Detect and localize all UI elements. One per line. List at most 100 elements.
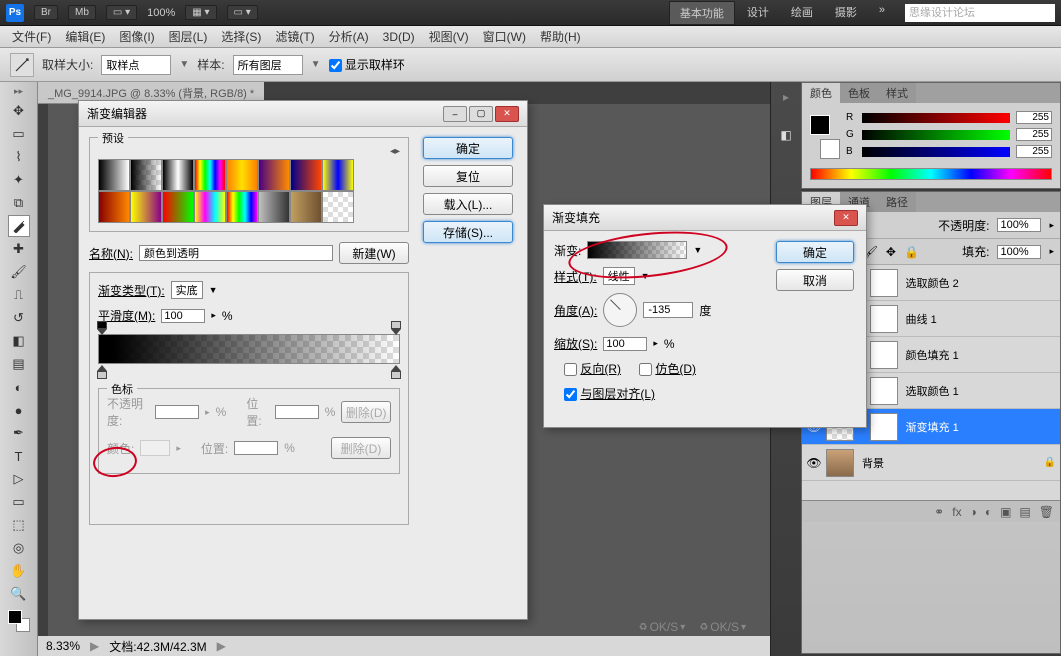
smoothness-input[interactable] (161, 309, 205, 323)
layer-mask[interactable] (870, 377, 898, 405)
workspace-tab-paint[interactable]: 绘画 (781, 1, 823, 25)
workspace-more[interactable]: » (869, 1, 895, 25)
sample-select[interactable]: 所有图层 (233, 55, 303, 75)
gradient-preview[interactable] (587, 241, 687, 259)
fill-cancel-button[interactable]: 取消 (776, 269, 854, 291)
eraser-tool[interactable]: ◧ (8, 330, 30, 352)
opacity-value[interactable]: 100% (997, 218, 1041, 232)
lock-position-icon[interactable]: ✥ (886, 245, 896, 259)
b-value[interactable]: 255 (1016, 145, 1052, 158)
zoom-display[interactable]: 100% (147, 7, 175, 19)
fill-value[interactable]: 100% (997, 245, 1041, 259)
hue-strip[interactable] (810, 168, 1052, 180)
search-box[interactable]: 思缘设计论坛 (905, 4, 1055, 22)
maximize-icon[interactable]: ▢ (469, 106, 493, 122)
gradient-editor-title-bar[interactable]: 渐变编辑器 – ▢ ✕ (79, 101, 527, 127)
panel-swatch[interactable] (810, 115, 840, 159)
minimize-icon[interactable]: – (443, 106, 467, 122)
3d-tool[interactable]: ⬚ (8, 514, 30, 536)
workspace-tab-essentials[interactable]: 基本功能 (669, 1, 735, 25)
new-layer-icon[interactable]: ▤ (1019, 505, 1030, 519)
menu-filter[interactable]: 滤镜(T) (269, 26, 320, 47)
menu-layer[interactable]: 图层(L) (163, 26, 214, 47)
arrange-button[interactable]: ▦ ▾ (185, 5, 216, 20)
status-docinfo[interactable]: 文档:42.3M/42.3M (109, 638, 206, 655)
gradient-fill-title-bar[interactable]: 渐变填充 ✕ (544, 205, 866, 231)
menu-window[interactable]: 窗口(W) (477, 26, 532, 47)
tab-color[interactable]: 颜色 (802, 83, 840, 103)
close-icon[interactable]: ✕ (834, 210, 858, 226)
heal-tool[interactable]: ✚ (8, 238, 30, 260)
path-tool[interactable]: ▷ (8, 468, 30, 490)
preset-swatch[interactable] (290, 159, 322, 191)
preset-swatch[interactable] (130, 159, 162, 191)
b-slider[interactable] (862, 147, 1010, 157)
pen-tool[interactable]: ✒ (8, 422, 30, 444)
eyedropper-tool[interactable] (8, 215, 30, 237)
zoom-tool[interactable]: 🔍 (8, 583, 30, 605)
preset-flyout-icon[interactable]: ◂▸ (98, 146, 400, 157)
preset-swatch[interactable] (226, 159, 258, 191)
scale-input[interactable] (603, 337, 647, 351)
history-brush-tool[interactable]: ↺ (8, 307, 30, 329)
menu-3d[interactable]: 3D(D) (377, 28, 421, 46)
color-swatches[interactable] (8, 610, 30, 632)
reset-button[interactable]: 复位 (423, 165, 513, 187)
adjustment-icon[interactable]: ◐ (985, 505, 992, 519)
angle-dial[interactable] (603, 293, 637, 327)
dither-checkbox[interactable]: 仿色(D) (639, 360, 696, 377)
gradient-tool[interactable]: ▤ (8, 353, 30, 375)
workspace-tab-design[interactable]: 设计 (737, 1, 779, 25)
preset-swatch[interactable] (162, 191, 194, 223)
3d-camera-tool[interactable]: ◎ (8, 537, 30, 559)
layer-name[interactable]: 背景 (858, 455, 1040, 471)
layer-name[interactable]: 曲线 1 (902, 311, 1056, 327)
layer-name[interactable]: 颜色填充 1 (902, 347, 1056, 363)
style-select[interactable]: 线性 (603, 267, 635, 285)
trash-icon[interactable]: 🗑 (1039, 505, 1054, 519)
visibility-icon[interactable]: 👁 (806, 456, 822, 470)
reverse-checkbox[interactable]: 反向(R) (564, 360, 621, 377)
workspace-tab-photo[interactable]: 摄影 (825, 1, 867, 25)
r-value[interactable]: 255 (1016, 111, 1052, 124)
type-tool[interactable]: T (8, 445, 30, 467)
hand-tool[interactable]: ✋ (8, 560, 30, 582)
menu-image[interactable]: 图像(I) (113, 26, 160, 47)
wand-tool[interactable]: ✦ (8, 169, 30, 191)
blur-tool[interactable]: ◐ (8, 376, 30, 398)
save-button[interactable]: 存储(S)... (423, 221, 513, 243)
extras-button[interactable]: ▭ ▾ (227, 5, 258, 20)
tab-styles[interactable]: 样式 (878, 83, 916, 103)
layer-mask[interactable] (870, 269, 898, 297)
preset-swatch[interactable] (98, 191, 130, 223)
r-slider[interactable] (862, 113, 1010, 123)
lock-all-icon[interactable]: 🔒 (904, 245, 919, 259)
preset-swatch[interactable] (130, 191, 162, 223)
crop-tool[interactable]: ⧉ (8, 192, 30, 214)
preset-swatch[interactable] (194, 191, 226, 223)
load-button[interactable]: 载入(L)... (423, 193, 513, 215)
stamp-tool[interactable]: ⎍ (8, 284, 30, 306)
gradient-bar[interactable] (98, 334, 400, 364)
link-icon[interactable]: ⚭ (934, 505, 944, 519)
menu-analysis[interactable]: 分析(A) (323, 26, 375, 47)
layer-mask[interactable] (870, 413, 898, 441)
preset-swatch[interactable] (258, 159, 290, 191)
layer-row[interactable]: 👁 背景 🔒 (802, 445, 1060, 481)
gradient-type-select[interactable]: 实底 (171, 281, 203, 299)
layer-name[interactable]: 选取颜色 2 (902, 275, 1056, 291)
sample-size-select[interactable]: 取样点 (101, 55, 171, 75)
layer-mask[interactable] (870, 305, 898, 333)
align-checkbox[interactable]: 与图层对齐(L) (564, 385, 655, 402)
minibridge-button[interactable]: Mb (68, 5, 96, 20)
fill-ok-button[interactable]: 确定 (776, 241, 854, 263)
bridge-button[interactable]: Br (34, 5, 58, 20)
preset-swatch[interactable] (322, 191, 354, 223)
group-icon[interactable]: ▣ (1000, 505, 1011, 519)
layer-name[interactable]: 渐变填充 1 (902, 419, 1056, 435)
screen-mode-button[interactable]: ▭ ▾ (106, 5, 137, 20)
layer-thumb[interactable] (826, 449, 854, 477)
shape-tool[interactable]: ▭ (8, 491, 30, 513)
preset-swatch[interactable] (194, 159, 226, 191)
preset-swatch[interactable] (258, 191, 290, 223)
